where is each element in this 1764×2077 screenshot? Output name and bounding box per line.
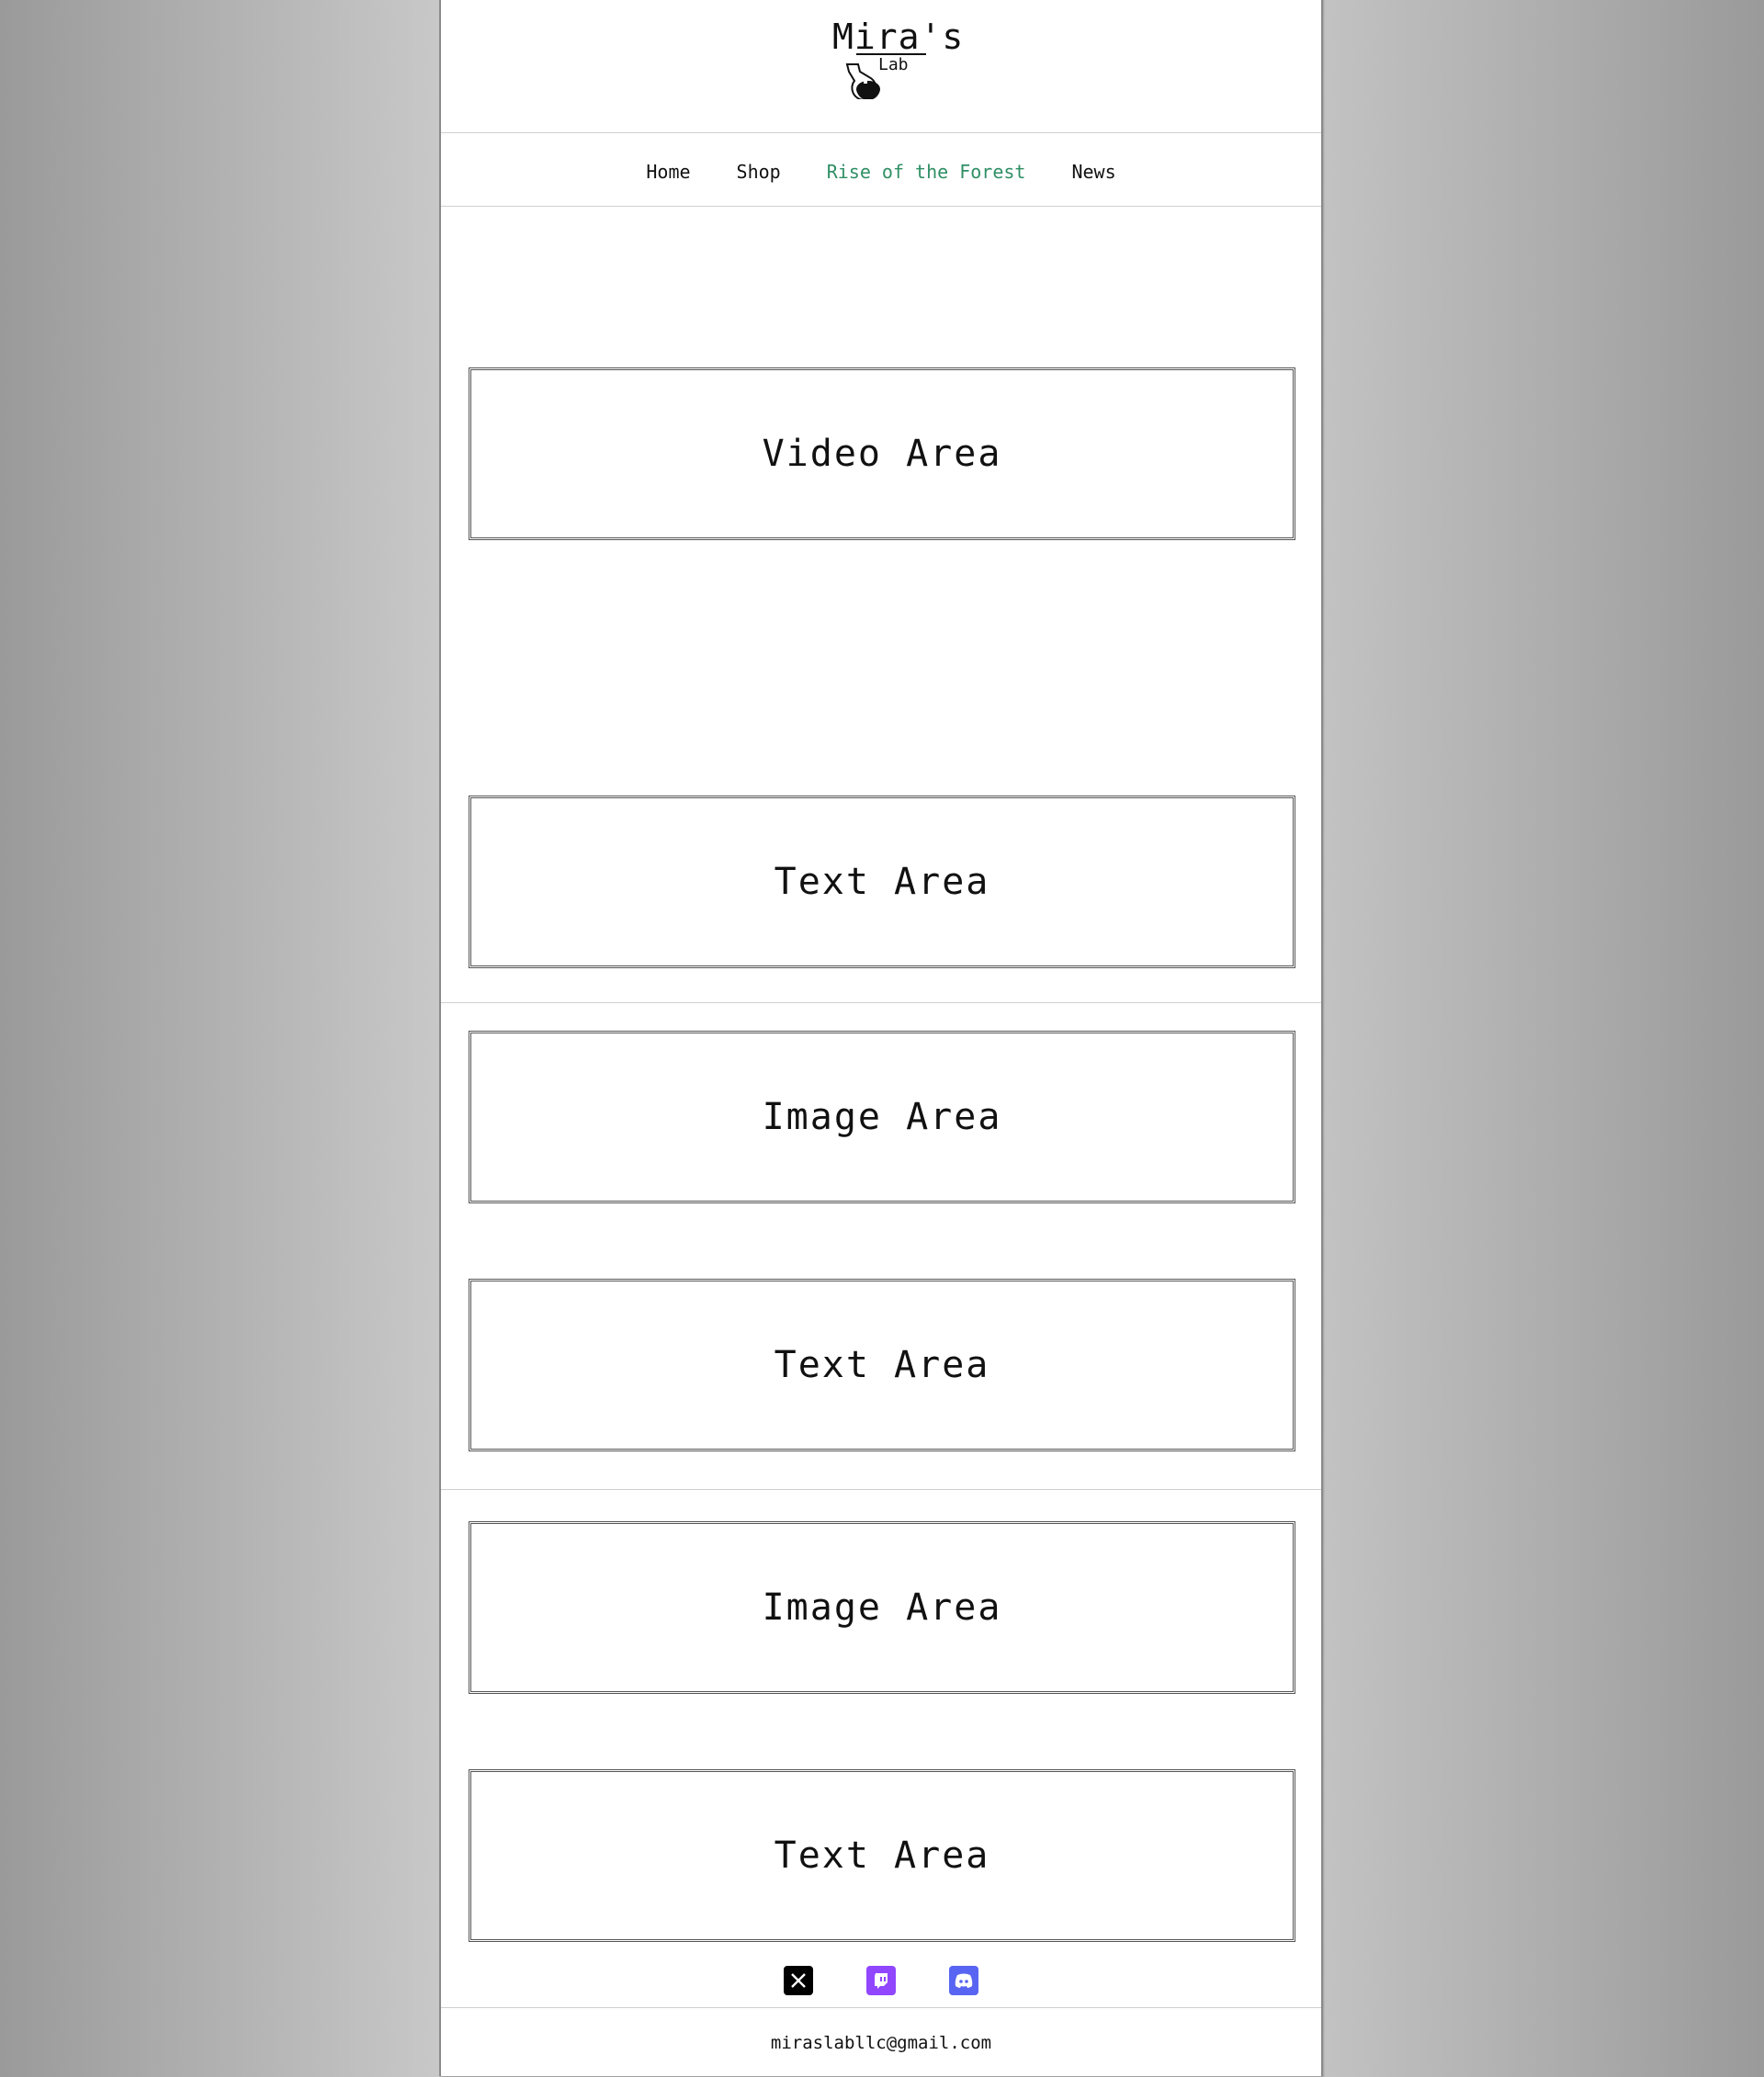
social-links <box>441 1966 1321 1995</box>
video-area[interactable]: Video Area <box>469 367 1295 540</box>
twitch-icon[interactable] <box>866 1966 896 1995</box>
text-area: Text Area <box>469 1769 1295 1942</box>
site-footer: miraslabllc@gmail.com <box>441 2007 1321 2077</box>
footer-email[interactable]: miraslabllc@gmail.com <box>771 2033 991 2053</box>
discord-icon[interactable] <box>949 1966 978 1995</box>
site-logo[interactable]: Mira's Lab <box>821 17 963 99</box>
x-icon[interactable] <box>784 1966 813 1995</box>
nav-item-rise-of-the-forest[interactable]: Rise of the Forest <box>827 157 1026 183</box>
image-area: Image Area <box>469 1521 1295 1694</box>
site-header: Mira's Lab <box>441 0 1321 133</box>
logo-title: Mira's <box>832 17 965 57</box>
section-divider <box>441 1002 1321 1003</box>
nav-item-shop[interactable]: Shop <box>737 157 781 183</box>
nav-item-home[interactable]: Home <box>646 157 690 183</box>
nav-item-news[interactable]: News <box>1071 157 1115 183</box>
section-divider <box>441 1489 1321 1490</box>
text-area: Text Area <box>469 796 1295 968</box>
text-area: Text Area <box>469 1279 1295 1451</box>
page: Mira's Lab Home Shop Rise of the Forest … <box>439 0 1323 2076</box>
main-nav: Home Shop Rise of the Forest News <box>441 133 1321 207</box>
flask-icon <box>845 63 880 99</box>
image-area: Image Area <box>469 1031 1295 1203</box>
